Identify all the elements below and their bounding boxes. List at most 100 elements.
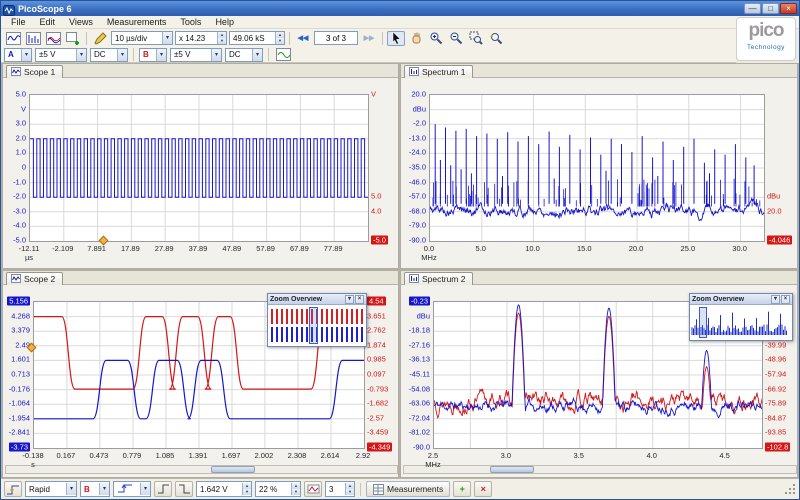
trigger-source-select[interactable]: B ▾ (80, 481, 110, 497)
buffer-position-field[interactable]: 3 of 3 (314, 31, 358, 45)
y-axis-label-left: -54.08 (409, 384, 430, 393)
spin-down-icon[interactable]: ▼ (218, 38, 226, 44)
y-axis-label-left: -0.23 (409, 297, 430, 306)
spin-down-icon[interactable]: ▼ (346, 489, 354, 495)
close-icon[interactable]: × (355, 295, 364, 304)
timebase-select[interactable]: 10 µs/div ▾ (111, 31, 173, 45)
add-view-button[interactable] (64, 31, 82, 46)
y-axis-label-left: 5.156 (7, 297, 30, 306)
undo-zoom-button[interactable] (487, 31, 505, 46)
channels-toolbar: A ▾ ±5 V ▾ DC ▾ B ▾ ±5 V ▾ DC ▾ (1, 47, 736, 63)
trigger-edge-select[interactable]: ▾ (113, 481, 151, 497)
spin-down-icon[interactable]: ▼ (276, 38, 284, 44)
x-axis-label: 3.5 (574, 451, 584, 460)
horizontal-scrollbar[interactable] (403, 465, 797, 474)
trigger-level-stepper[interactable]: 1.642 V ▲▼ (196, 481, 252, 497)
y-axis-label-left: 0.713 (11, 370, 30, 379)
measurements-button[interactable]: Measurements (366, 481, 450, 497)
probe-settings-button[interactable] (274, 47, 292, 62)
y-axis-label-right: 3.651 (367, 311, 386, 320)
zoom-overview-content[interactable] (691, 306, 791, 339)
y-axis-label-left: -3.0 (13, 206, 26, 215)
title-bar[interactable]: PicoScope 6 — □ × (1, 1, 799, 16)
menu-measurements[interactable]: Measurements (100, 17, 174, 27)
sample-count-stepper[interactable]: 49.06 kS ▲▼ (229, 31, 285, 45)
previous-buffer-button[interactable]: ◀◀ (294, 31, 312, 46)
x-axis-label: 37.89 (189, 244, 208, 253)
spin-down-icon[interactable]: ▼ (243, 489, 251, 495)
chevron-down-icon[interactable]: ▾ (345, 295, 354, 304)
channel-a-coupling-select[interactable]: DC ▾ (90, 48, 128, 62)
zoom-overview-title: Zoom Overview (692, 296, 770, 303)
y-axis-label-left: 3.379 (11, 326, 30, 335)
close-button[interactable]: × (780, 3, 797, 14)
zoom-overview-titlebar[interactable]: Zoom Overview ▾ × (690, 294, 792, 305)
trigger-menu-button[interactable] (4, 481, 22, 497)
menu-views[interactable]: Views (62, 17, 100, 27)
x-axis-label: 4.5 (719, 451, 729, 460)
y-axis-label-right: -4.349 (367, 443, 392, 452)
next-buffer-button[interactable]: ▶▶ (360, 31, 378, 46)
chevron-down-icon[interactable]: ▾ (771, 295, 780, 304)
scope-mode-button[interactable] (4, 31, 22, 46)
channel-b-range-select[interactable]: ±5 V ▾ (170, 48, 222, 62)
x-axis-label: 0.167 (57, 451, 76, 460)
zoom-in-button[interactable] (427, 31, 445, 46)
minimize-button[interactable]: — (744, 3, 761, 14)
marquee-zoom-button[interactable] (467, 31, 485, 46)
spectrum-tab-icon (409, 67, 419, 78)
y-axis-label-right: -3.459 (367, 428, 388, 437)
menu-help[interactable]: Help (208, 17, 241, 27)
channel-b-menu[interactable]: B ▾ (139, 48, 167, 62)
scrollbar-thumb[interactable] (490, 466, 534, 473)
y-axis-label-right: 4.54 (367, 297, 386, 306)
x-axis-label: 2.92 (356, 451, 371, 460)
falling-edge-button[interactable] (175, 481, 193, 497)
spectrum-mode-button[interactable] (24, 31, 42, 46)
zoom-overview-content[interactable] (269, 306, 365, 345)
maximize-button[interactable]: □ (762, 3, 779, 14)
buffer-position-value: 3 of 3 (326, 34, 346, 43)
tab-label: Scope 1 (24, 67, 55, 77)
trigger-mode-select[interactable]: Rapid ▾ (25, 481, 77, 497)
tab-scope1[interactable]: Scope 1 (6, 65, 63, 78)
x-axis-label: 2.308 (288, 451, 307, 460)
rising-edge-button[interactable] (154, 481, 172, 497)
tab-spectrum1[interactable]: Spectrum 1 (404, 65, 473, 78)
selection-tool-button[interactable] (387, 31, 405, 46)
tab-spectrum2[interactable]: Spectrum 2 (404, 272, 473, 285)
spectrum1-panel: Spectrum 1 20.0dBu-2.0-13.0-24.0-35.0-46… (400, 63, 798, 269)
spectrum1-plot-area[interactable] (429, 94, 765, 242)
resize-grip[interactable] (784, 483, 796, 495)
chevron-down-icon: ▾ (252, 49, 262, 61)
y-axis-label-left: 2.0 (16, 133, 26, 142)
menu-file[interactable]: File (4, 17, 33, 27)
zoom-region-highlight[interactable] (699, 307, 707, 338)
zoom-overview-titlebar[interactable]: Zoom Overview ▾ × (268, 294, 366, 305)
zoom-out-button[interactable] (447, 31, 465, 46)
annotate-button[interactable] (91, 31, 109, 46)
rapid-captures-stepper[interactable]: 3 ▲▼ (325, 481, 355, 497)
horizontal-scrollbar[interactable] (5, 465, 398, 474)
pre-trigger-stepper[interactable]: 22 % ▲▼ (255, 481, 301, 497)
persistence-mode-button[interactable] (44, 31, 62, 46)
hand-tool-button[interactable] (407, 31, 425, 46)
tab-scope2[interactable]: Scope 2 (6, 272, 63, 285)
spin-down-icon[interactable]: ▼ (292, 489, 300, 495)
app-icon (3, 3, 15, 14)
close-icon[interactable]: × (781, 295, 790, 304)
menu-tools[interactable]: Tools (173, 17, 208, 27)
channel-a-menu[interactable]: A ▾ (4, 48, 32, 62)
y-axis-label-left: -2.0 (413, 119, 426, 128)
delete-measurement-button[interactable]: × (474, 481, 492, 497)
zoom-region-highlight[interactable] (309, 307, 318, 344)
scope1-plot-area[interactable] (29, 94, 369, 242)
zoom-factor-stepper[interactable]: x 14.23 ▲▼ (175, 31, 227, 45)
menu-edit[interactable]: Edit (33, 17, 63, 27)
add-measurement-button[interactable]: + (453, 481, 471, 497)
scrollbar-thumb[interactable] (211, 466, 255, 473)
y-axis-label-left: 20.0 (411, 90, 426, 99)
channel-a-range-select[interactable]: ±5 V ▾ (35, 48, 87, 62)
channel-b-coupling-select[interactable]: DC ▾ (225, 48, 263, 62)
single-capture-button[interactable] (304, 481, 322, 497)
